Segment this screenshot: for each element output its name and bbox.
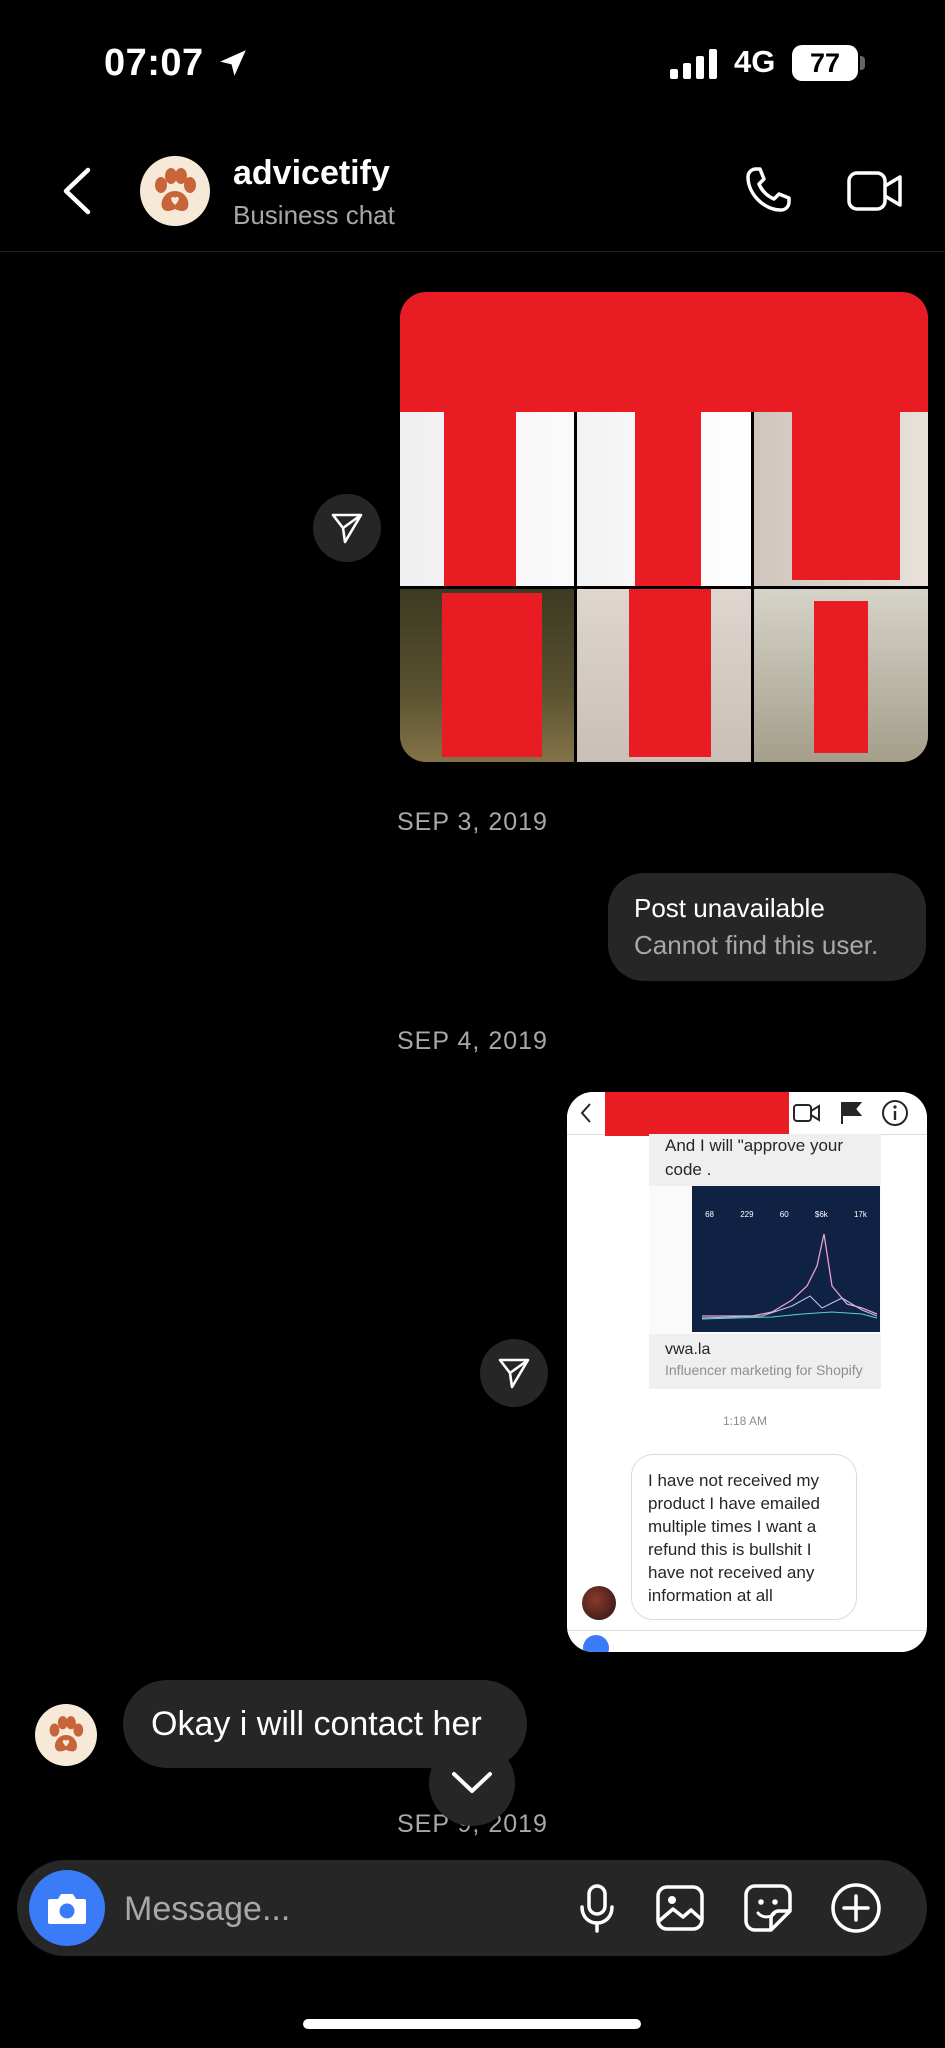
- contact-name[interactable]: advicetify: [233, 154, 390, 193]
- screenshot-avatar: [582, 1586, 616, 1620]
- stat-value: 68: [705, 1210, 714, 1219]
- screenshot-link-domain: vwa.la: [665, 1341, 711, 1358]
- redaction-block: [605, 1092, 789, 1136]
- grid-photo: [754, 588, 928, 762]
- screenshot-dashboard-chart: 68 229 60 $6k 17k: [692, 1186, 880, 1332]
- grid-photo: [577, 588, 751, 762]
- location-arrow-icon: [220, 50, 246, 76]
- paper-plane-icon: [498, 1358, 530, 1389]
- share-button[interactable]: [313, 494, 381, 562]
- signal-icon: [670, 49, 717, 79]
- contact-avatar[interactable]: [140, 156, 210, 226]
- phone-call-icon[interactable]: [742, 164, 794, 216]
- screenshot-message-bubble: I have not received my product I have em…: [631, 1454, 857, 1620]
- camera-button[interactable]: [29, 1870, 105, 1946]
- microphone-button[interactable]: [569, 1880, 625, 1936]
- scroll-to-bottom-button[interactable]: [429, 1740, 515, 1826]
- date-separator: SEP 3, 2019: [397, 808, 548, 836]
- sticker-button[interactable]: [740, 1880, 796, 1936]
- screenshot-info-icon: [882, 1100, 908, 1126]
- chevron-down-icon: [452, 1772, 492, 1793]
- date-separator: SEP 4, 2019: [397, 1027, 548, 1055]
- screenshot-header: [567, 1092, 927, 1136]
- stat-value: 60: [779, 1210, 789, 1219]
- status-time: 07:07: [104, 42, 204, 84]
- network-type: 4G: [734, 44, 776, 79]
- post-unavailable-subtitle: Cannot find this user.: [634, 930, 879, 960]
- sticker-icon: [744, 1884, 792, 1932]
- battery-tip: [860, 56, 865, 70]
- screenshot-composer: [567, 1630, 927, 1652]
- shared-screenshot[interactable]: And I will "approve your code . vwa.la I…: [567, 1092, 927, 1652]
- chart-lines: [701, 1233, 878, 1320]
- paw-logo-icon: [49, 1716, 84, 1752]
- header-divider: [0, 251, 945, 252]
- screenshot-link-desc: Influencer marketing for Shopify: [665, 1362, 863, 1378]
- paw-logo-icon: [155, 168, 196, 211]
- more-options-button[interactable]: [828, 1880, 884, 1936]
- microphone-icon: [580, 1884, 614, 1933]
- message-input[interactable]: [122, 1876, 556, 1942]
- paper-plane-icon: [331, 513, 363, 544]
- image-icon: [656, 1885, 704, 1931]
- post-unavailable-bubble[interactable]: Post unavailable Cannot find this user.: [608, 873, 926, 981]
- contact-subtitle: Business chat: [233, 200, 395, 230]
- back-icon[interactable]: [58, 164, 98, 218]
- redaction-block: [400, 292, 928, 412]
- grid-photo: [754, 412, 928, 586]
- gallery-button[interactable]: [652, 1880, 708, 1936]
- plus-circle-icon: [831, 1883, 881, 1933]
- screenshot-timestamp: 1:18 AM: [723, 1414, 768, 1428]
- camera-icon: [48, 1894, 86, 1924]
- screenshot-back-icon: [580, 1103, 591, 1123]
- shared-post-image[interactable]: [400, 292, 928, 762]
- sender-avatar[interactable]: [35, 1704, 97, 1766]
- grid-photo: [577, 412, 751, 586]
- grid-photo: [400, 588, 574, 762]
- screenshot-flag-icon: [841, 1102, 863, 1124]
- share-button[interactable]: [480, 1339, 548, 1407]
- battery-indicator: 77: [792, 45, 858, 81]
- stat-value: 229: [740, 1210, 754, 1219]
- video-call-icon[interactable]: [846, 168, 904, 214]
- post-unavailable-title: Post unavailable: [634, 893, 825, 923]
- home-indicator: [303, 2019, 641, 2029]
- screenshot-top-text: And I will "approve your code .: [665, 1136, 844, 1179]
- stat-value: $6k: [814, 1210, 828, 1219]
- grid-photo: [400, 412, 574, 586]
- stat-value: 17k: [853, 1210, 867, 1219]
- screenshot-video-icon: [793, 1104, 820, 1122]
